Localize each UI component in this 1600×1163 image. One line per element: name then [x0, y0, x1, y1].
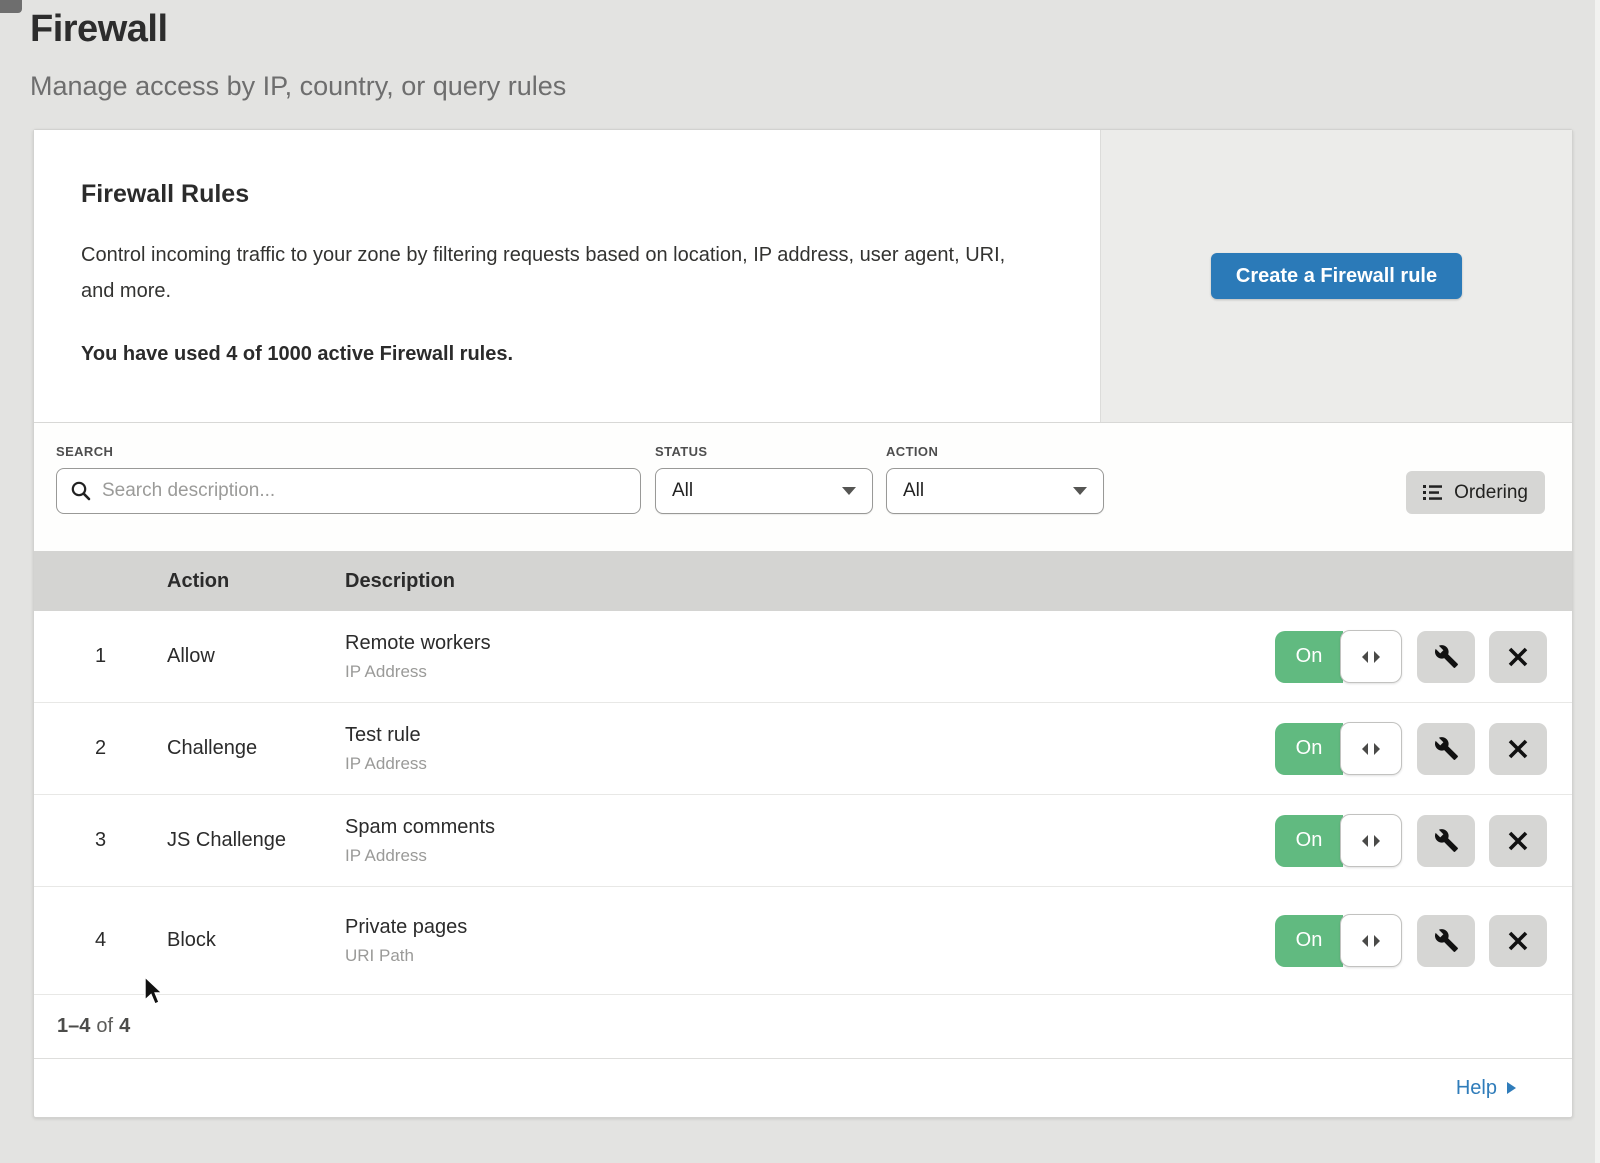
toggle-on-label: On — [1275, 915, 1343, 967]
wrench-icon — [1434, 736, 1459, 761]
rule-priority: 4 — [34, 929, 167, 952]
search-input[interactable] — [56, 468, 641, 514]
toggle-drag-handle[interactable] — [1340, 630, 1402, 683]
rule-description: Spam comments — [345, 816, 1275, 839]
rules-card-title: Firewall Rules — [81, 180, 1040, 209]
rule-action: Allow — [167, 645, 345, 668]
left-right-arrows-icon — [1361, 742, 1381, 756]
left-right-arrows-icon — [1361, 650, 1381, 664]
page-header: Firewall Manage access by IP, country, o… — [0, 0, 1600, 102]
rule-enabled-toggle[interactable]: On — [1275, 630, 1402, 683]
scrollbar-track[interactable] — [1595, 0, 1600, 1163]
search-filter-group: SEARCH — [56, 444, 641, 514]
pagination-range: 1–4 — [57, 1015, 90, 1038]
rule-match-type: IP Address — [345, 846, 1275, 866]
toggle-drag-handle[interactable] — [1340, 914, 1402, 967]
window-corner-artifact — [0, 0, 22, 13]
rule-description: Remote workers — [345, 632, 1275, 655]
left-right-arrows-icon — [1361, 834, 1381, 848]
action-filter-group: ACTION All — [886, 444, 1104, 514]
rule-enabled-toggle[interactable]: On — [1275, 814, 1402, 867]
ordering-button[interactable]: Ordering — [1406, 471, 1545, 514]
edit-rule-button[interactable] — [1417, 915, 1475, 967]
edit-rule-button[interactable] — [1417, 723, 1475, 775]
status-selected-value: All — [672, 480, 693, 502]
left-right-arrows-icon — [1361, 934, 1381, 948]
rule-action: JS Challenge — [167, 829, 345, 852]
action-selected-value: All — [903, 480, 924, 502]
wrench-icon — [1434, 828, 1459, 853]
rule-match-type: IP Address — [345, 754, 1275, 774]
action-column-header: Action — [167, 570, 345, 593]
status-select[interactable]: All — [655, 468, 873, 514]
description-column-header: Description — [345, 570, 1572, 593]
rule-description: Private pages — [345, 916, 1275, 939]
pagination-bar: 1–4 of 4 — [34, 995, 1572, 1059]
rule-match-type: URI Path — [345, 946, 1275, 966]
action-select[interactable]: All — [886, 468, 1104, 514]
rules-side-panel: Create a Firewall rule — [1100, 130, 1572, 422]
help-arrow-icon — [1506, 1081, 1517, 1095]
ordering-list-icon — [1423, 484, 1443, 501]
table-row: 3 JS Challenge Spam comments IP Address … — [34, 795, 1572, 887]
pagination-total: 4 — [119, 1015, 130, 1038]
ordering-button-label: Ordering — [1454, 482, 1528, 504]
close-icon — [1507, 830, 1529, 852]
toggle-on-label: On — [1275, 723, 1343, 775]
mouse-pointer-cursor — [143, 976, 167, 1008]
rules-summary-section: Firewall Rules Control incoming traffic … — [34, 130, 1572, 422]
rule-enabled-toggle[interactable]: On — [1275, 722, 1402, 775]
rule-priority: 2 — [34, 737, 167, 760]
help-link-label: Help — [1456, 1077, 1497, 1100]
rule-priority: 1 — [34, 645, 167, 668]
rules-card-description: Control incoming traffic to your zone by… — [81, 237, 1031, 309]
close-icon — [1507, 930, 1529, 952]
wrench-icon — [1434, 644, 1459, 669]
rule-action: Block — [167, 929, 345, 952]
table-row: 4 Block Private pages URI Path On — [34, 887, 1572, 995]
delete-rule-button[interactable] — [1489, 631, 1547, 683]
rule-description: Test rule — [345, 724, 1275, 747]
status-label: STATUS — [655, 444, 873, 459]
page-title: Firewall — [30, 8, 1600, 51]
delete-rule-button[interactable] — [1489, 915, 1547, 967]
toggle-drag-handle[interactable] — [1340, 722, 1402, 775]
edit-rule-button[interactable] — [1417, 631, 1475, 683]
status-filter-group: STATUS All — [655, 444, 873, 514]
page-subtitle: Manage access by IP, country, or query r… — [30, 71, 1600, 102]
action-label: ACTION — [886, 444, 1104, 459]
rule-action: Challenge — [167, 737, 345, 760]
close-icon — [1507, 738, 1529, 760]
rules-info: Firewall Rules Control incoming traffic … — [34, 130, 1100, 422]
table-header-row: Action Description — [34, 551, 1572, 611]
rules-usage-text: You have used 4 of 1000 active Firewall … — [81, 343, 1040, 366]
edit-rule-button[interactable] — [1417, 815, 1475, 867]
chevron-down-icon — [842, 487, 856, 495]
help-bar: Help — [34, 1059, 1572, 1117]
close-icon — [1507, 646, 1529, 668]
delete-rule-button[interactable] — [1489, 815, 1547, 867]
create-firewall-rule-button[interactable]: Create a Firewall rule — [1211, 253, 1462, 299]
rule-priority: 3 — [34, 829, 167, 852]
toggle-drag-handle[interactable] — [1340, 814, 1402, 867]
filter-bar: SEARCH STATUS All ACTION All — [34, 422, 1572, 551]
search-icon — [70, 480, 92, 502]
delete-rule-button[interactable] — [1489, 723, 1547, 775]
chevron-down-icon — [1073, 487, 1087, 495]
table-row: 2 Challenge Test rule IP Address On — [34, 703, 1572, 795]
toggle-on-label: On — [1275, 631, 1343, 683]
table-row: 1 Allow Remote workers IP Address On — [34, 611, 1572, 703]
pagination-of: of — [96, 1015, 113, 1038]
toggle-on-label: On — [1275, 815, 1343, 867]
rule-enabled-toggle[interactable]: On — [1275, 914, 1402, 967]
wrench-icon — [1434, 928, 1459, 953]
search-label: SEARCH — [56, 444, 641, 459]
firewall-rules-card: Firewall Rules Control incoming traffic … — [33, 129, 1573, 1118]
help-link[interactable]: Help — [1456, 1077, 1517, 1100]
rule-match-type: IP Address — [345, 662, 1275, 682]
